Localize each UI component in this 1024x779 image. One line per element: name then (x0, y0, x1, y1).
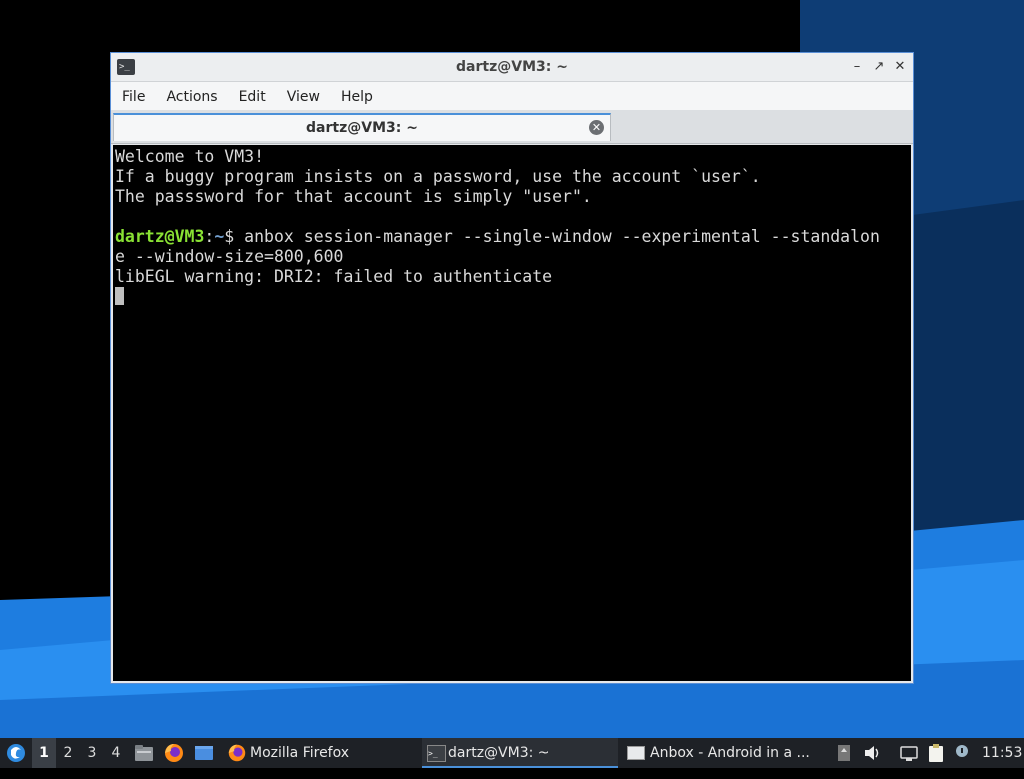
terminal-output[interactable]: Welcome to VM3! If a buggy program insis… (113, 145, 911, 681)
tab-bar: dartz@VM3: ~ ✕ (111, 110, 913, 144)
prompt-symbol: $ (224, 227, 245, 246)
terminal-icon: >_ (427, 745, 446, 762)
workspace-3[interactable]: 3 (80, 738, 104, 768)
window-icon (627, 746, 645, 760)
terminal-line: The passsword for that account is simply… (115, 187, 592, 206)
prompt-path: ~ (214, 227, 225, 246)
start-menu-button[interactable] (4, 738, 30, 768)
task-firefox[interactable]: Mozilla Firefox (224, 738, 440, 768)
clock[interactable]: 11:53 (982, 738, 1022, 768)
task-label: dartz@VM3: ~ (448, 745, 550, 761)
update-notifier-icon[interactable] (952, 738, 972, 768)
show-desktop-icon (195, 746, 213, 760)
task-label: Mozilla Firefox (250, 745, 350, 761)
lubuntu-logo-icon (7, 744, 25, 762)
window-titlebar[interactable]: >_ dartz@VM3: ~ – ↗ ✕ (111, 53, 913, 82)
workspace-1[interactable]: 1 (32, 738, 56, 768)
workspace-4[interactable]: 4 (104, 738, 128, 768)
close-icon[interactable]: ✕ (891, 58, 909, 76)
terminal-tab[interactable]: dartz@VM3: ~ ✕ (113, 113, 611, 141)
window-title: dartz@VM3: ~ (456, 59, 568, 75)
cursor-line (115, 287, 911, 307)
volume-icon[interactable] (862, 738, 882, 768)
task-terminal[interactable]: >_ dartz@VM3: ~ (422, 738, 618, 768)
taskbar: 1 2 3 4 Mozilla Firefox >_ dartz@VM3: ~ … (0, 738, 1024, 768)
tray-arrow-icon[interactable] (834, 738, 854, 768)
menu-edit[interactable]: Edit (228, 82, 276, 110)
desktop-launcher[interactable] (192, 738, 216, 768)
terminal-output-line: libEGL warning: DRI2: failed to authenti… (115, 267, 553, 286)
task-anbox[interactable]: Anbox - Android in a ... (624, 738, 840, 768)
menu-help[interactable]: Help (330, 82, 383, 110)
menu-view[interactable]: View (276, 82, 330, 110)
terminal-line: If a buggy program insists on a password… (115, 167, 761, 186)
workspace-2[interactable]: 2 (56, 738, 80, 768)
minimize-icon[interactable]: – (848, 58, 866, 76)
command-text: anbox session-manager --single-window --… (244, 227, 880, 246)
text-cursor (115, 287, 124, 305)
firefox-icon (228, 744, 246, 762)
prompt-user: dartz@VM3 (115, 227, 205, 246)
menu-actions[interactable]: Actions (155, 82, 227, 110)
prompt-line: dartz@VM3:~$ anbox session-manager --sin… (115, 227, 911, 247)
task-label: Anbox - Android in a ... (650, 745, 810, 761)
firefox-launcher[interactable] (162, 738, 186, 768)
tab-close-icon[interactable]: ✕ (589, 120, 604, 135)
firefox-icon (165, 744, 183, 762)
prompt-separator: : (204, 227, 215, 246)
tab-label: dartz@VM3: ~ (306, 120, 418, 136)
network-icon[interactable] (898, 738, 918, 768)
clipboard-icon[interactable] (926, 738, 946, 768)
menu-bar: File Actions Edit View Help (111, 82, 913, 110)
terminal-line: Welcome to VM3! (115, 147, 265, 166)
command-continuation: e --window-size=800,600 (115, 247, 344, 266)
maximize-icon[interactable]: ↗ (870, 58, 888, 76)
terminal-window[interactable]: >_ dartz@VM3: ~ – ↗ ✕ File Actions Edit Vie… (110, 52, 914, 684)
file-manager-launcher[interactable] (132, 738, 156, 768)
folder-icon (135, 745, 153, 761)
menu-file[interactable]: File (111, 82, 155, 110)
